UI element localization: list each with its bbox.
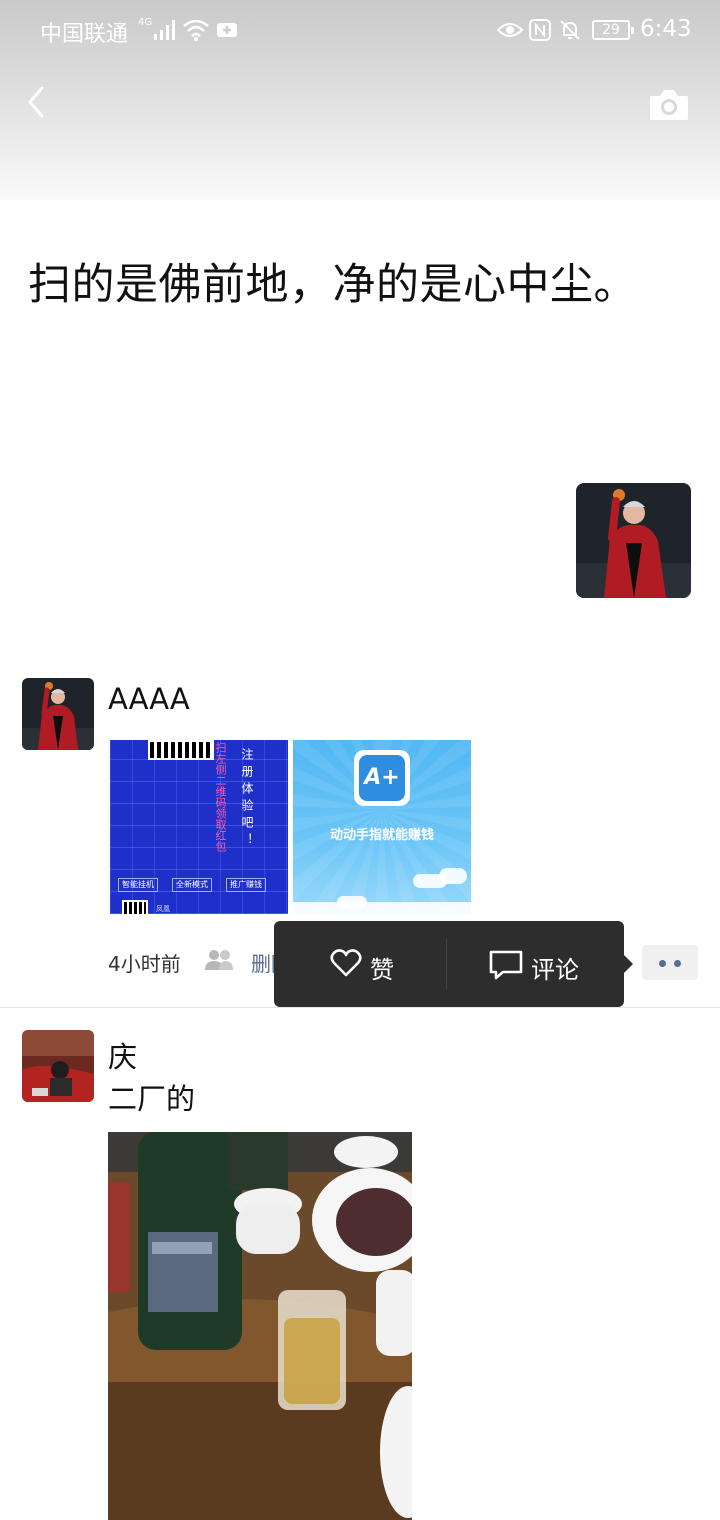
cloud-shape xyxy=(439,868,467,884)
action-menu: 赞 评论 xyxy=(274,921,633,1007)
status-bar: 中国联通 4G 29 6:43 xyxy=(0,0,720,62)
comment-icon xyxy=(489,950,523,980)
network-type: 4G xyxy=(138,17,153,28)
camera-button[interactable] xyxy=(648,86,690,122)
battery-icon: 29 xyxy=(592,20,634,40)
back-button[interactable] xyxy=(18,82,58,122)
cloud-shape xyxy=(293,902,471,914)
promo-mini-button: 推广赚钱 xyxy=(226,878,266,892)
more-options-button[interactable] xyxy=(642,945,698,980)
promo-mini-button: 全新模式 xyxy=(172,878,212,892)
app-slogan: 动动手指就能赚钱 xyxy=(329,828,434,843)
chevron-left-icon xyxy=(28,86,44,118)
avatar-image xyxy=(22,678,94,750)
promo-mini-button: 智能挂机 xyxy=(118,878,158,892)
qr-promo-image[interactable]: 扫左侧二维码领取红包 注册体验吧！ 智能挂机 全新模式 推广赚钱 凤凰 xyxy=(110,740,288,914)
comment-label: 评论 xyxy=(531,956,579,984)
comment-button[interactable]: 评论 xyxy=(489,921,609,1007)
post-text: 二厂的 xyxy=(108,1082,196,1116)
qr-code-image xyxy=(148,740,214,760)
app-logo-icon: A+ xyxy=(354,750,410,806)
menu-divider xyxy=(446,939,447,989)
app-promo-image[interactable]: A+ 动动手指就能赚钱 xyxy=(293,740,471,914)
dinner-table-image xyxy=(108,1132,412,1520)
carrier-name: 中国联通 xyxy=(40,22,129,47)
post-separator xyxy=(0,1007,720,1008)
profile-signature: 扫的是佛前地，净的是心中尘。 xyxy=(28,260,637,310)
more-dot-icon xyxy=(659,960,666,967)
signal-icon xyxy=(154,20,175,40)
battery-level: 29 xyxy=(602,22,620,38)
like-button[interactable]: 赞 xyxy=(330,921,440,1007)
app-logo-text: A+ xyxy=(359,755,405,801)
eye-icon xyxy=(496,23,524,37)
avatar-image xyxy=(576,483,691,598)
post-avatar[interactable] xyxy=(22,1030,94,1102)
post-author[interactable]: 庆 xyxy=(108,1034,137,1076)
post-photo[interactable] xyxy=(108,1132,412,1520)
friends-icon[interactable] xyxy=(204,948,234,972)
clock: 6:43 xyxy=(640,16,692,42)
heart-icon xyxy=(330,949,362,977)
qr-code-small xyxy=(122,900,148,914)
battery-saver-icon xyxy=(217,23,237,37)
mute-bell-icon xyxy=(560,20,580,40)
nfc-icon xyxy=(529,19,551,41)
wifi-icon xyxy=(183,19,209,41)
more-dot-icon xyxy=(674,960,681,967)
profile-avatar[interactable] xyxy=(576,483,691,598)
promo-footer: 凤凰 xyxy=(156,905,170,913)
promo-line-1: 扫左侧二维码领取红包 xyxy=(214,742,227,852)
like-label: 赞 xyxy=(370,956,394,984)
post-author[interactable]: AAAA xyxy=(108,682,190,716)
promo-line-2: 注册体验吧！ xyxy=(240,748,254,850)
post-avatar[interactable] xyxy=(22,678,94,750)
avatar-image xyxy=(22,1030,94,1102)
camera-icon xyxy=(650,90,688,120)
post-time: 4小时前 xyxy=(108,952,181,976)
